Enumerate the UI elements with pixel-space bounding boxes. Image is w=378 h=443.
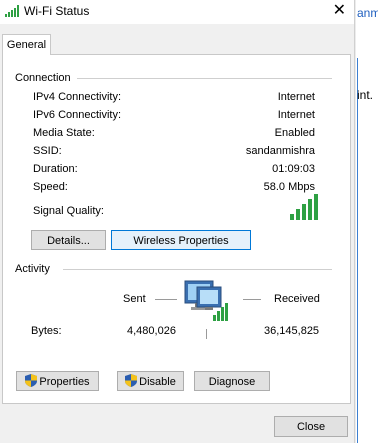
title-bar: Wi-Fi Status ✕	[0, 0, 354, 24]
activity-heading: Activity	[15, 263, 54, 275]
ipv6-value: Internet	[277, 109, 315, 121]
wifi-status-dialog: Wi-Fi Status ✕ General Connection IPv4 C…	[0, 0, 355, 443]
network-computers-icon	[184, 280, 228, 321]
signal-quality-icon	[290, 194, 318, 220]
duration-value: 01:09:03	[272, 163, 315, 175]
background-window: anmi int.	[355, 0, 378, 443]
ssid-value: sandanmishra	[245, 145, 315, 157]
duration-label: Duration:	[33, 163, 78, 175]
diagnose-button[interactable]: Diagnose	[194, 371, 270, 391]
disable-button-label: Disable	[139, 376, 176, 388]
uac-shield-icon	[25, 374, 38, 387]
connection-heading: Connection	[15, 72, 75, 84]
activity-center-tick	[206, 329, 207, 339]
tab-general[interactable]: General	[2, 34, 51, 55]
activity-divider	[63, 269, 332, 270]
close-button[interactable]: Close	[274, 416, 348, 437]
background-accent-line	[357, 58, 358, 443]
wifi-signal-icon	[5, 5, 19, 17]
window-title: Wi-Fi Status	[24, 4, 90, 18]
connection-divider	[77, 78, 332, 79]
received-line	[243, 299, 261, 300]
signal-bar	[290, 214, 294, 220]
signal-bar	[296, 209, 300, 220]
ipv4-value: Internet	[277, 91, 315, 103]
background-text-fragment: int.	[357, 88, 374, 102]
wireless-properties-button[interactable]: Wireless Properties	[111, 230, 251, 250]
properties-button[interactable]: Properties	[16, 371, 99, 391]
details-button[interactable]: Details...	[31, 230, 106, 250]
speed-label: Speed:	[33, 181, 68, 193]
signal-bar	[302, 204, 306, 220]
disable-button[interactable]: Disable	[117, 371, 184, 391]
background-title-fragment: anmi	[357, 6, 378, 20]
media-state-label: Media State:	[33, 127, 95, 139]
general-panel: Connection IPv4 Connectivity: Internet I…	[2, 54, 351, 404]
ssid-label: SSID:	[33, 145, 62, 157]
ipv4-label: IPv4 Connectivity:	[33, 91, 122, 103]
uac-shield-icon	[125, 374, 138, 387]
signal-bar	[314, 194, 318, 220]
received-bytes-value: 36,145,825	[264, 325, 320, 337]
close-icon[interactable]: ✕	[333, 1, 346, 21]
ipv6-label: IPv6 Connectivity:	[33, 109, 122, 121]
received-label: Received	[274, 293, 320, 305]
sent-bytes-value: 4,480,026	[127, 325, 176, 337]
media-state-value: Enabled	[274, 127, 315, 139]
signal-bar	[308, 199, 312, 220]
bytes-label: Bytes:	[31, 325, 62, 337]
properties-button-label: Properties	[39, 376, 90, 388]
sent-label: Sent	[123, 293, 146, 305]
window-edge	[355, 0, 356, 443]
speed-value: 58.0 Mbps	[263, 181, 315, 193]
sent-line	[155, 299, 177, 300]
signal-quality-label: Signal Quality:	[33, 205, 104, 217]
